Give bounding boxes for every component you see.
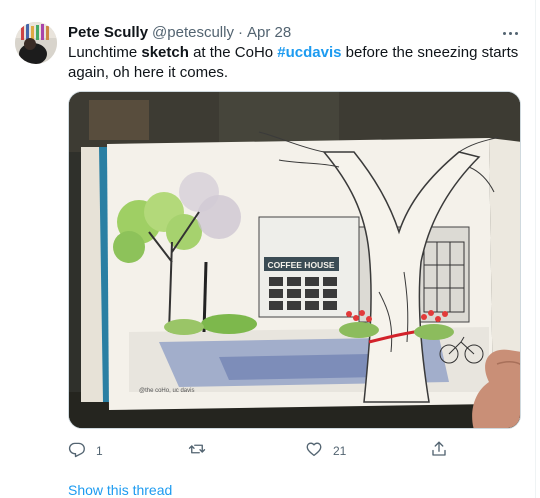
tweet-actions: 1 21 bbox=[68, 440, 448, 462]
tweet-text-part: Lunchtime bbox=[68, 44, 142, 61]
reply-button[interactable]: 1 bbox=[68, 440, 103, 462]
author-name[interactable]: Pete Scully bbox=[68, 24, 148, 41]
show-thread-link[interactable]: Show this thread bbox=[68, 482, 172, 498]
like-count: 21 bbox=[333, 444, 347, 458]
reply-count: 1 bbox=[96, 444, 103, 458]
share-button[interactable] bbox=[430, 440, 458, 462]
column-divider bbox=[535, 0, 536, 498]
sketch-sign-text: COFFEE HOUSE bbox=[267, 260, 334, 270]
share-icon bbox=[430, 440, 448, 463]
tweet-date[interactable]: Apr 28 bbox=[247, 24, 291, 41]
retweet-icon bbox=[188, 440, 206, 463]
like-button[interactable]: 21 bbox=[305, 440, 346, 462]
retweet-button[interactable] bbox=[188, 440, 216, 462]
separator-dot: · bbox=[237, 23, 243, 41]
tweet-image[interactable]: COFFEE HOUSE @the coHo, uc davis bbox=[68, 91, 521, 429]
author-handle[interactable]: @petescully bbox=[152, 24, 234, 41]
avatar[interactable] bbox=[15, 22, 57, 64]
hashtag-link[interactable]: #ucdavis bbox=[277, 44, 341, 61]
tweet-text-part: at the CoHo bbox=[188, 44, 278, 61]
tweet-text: Lunchtime sketch at the CoHo #ucdavis be… bbox=[68, 43, 523, 83]
sketch-signature: @the coHo, uc davis bbox=[139, 388, 194, 394]
tweet-card[interactable]: Pete Scully @petescully · Apr 28 Lunchti… bbox=[0, 0, 540, 498]
like-icon bbox=[305, 440, 323, 463]
reply-icon bbox=[68, 440, 86, 463]
tweet-bold-word: sketch bbox=[141, 44, 189, 61]
tweet-header: Pete Scully @petescully · Apr 28 bbox=[68, 22, 291, 42]
sketchbook-photo: COFFEE HOUSE @the coHo, uc davis bbox=[69, 92, 520, 428]
more-icon[interactable] bbox=[498, 24, 522, 42]
